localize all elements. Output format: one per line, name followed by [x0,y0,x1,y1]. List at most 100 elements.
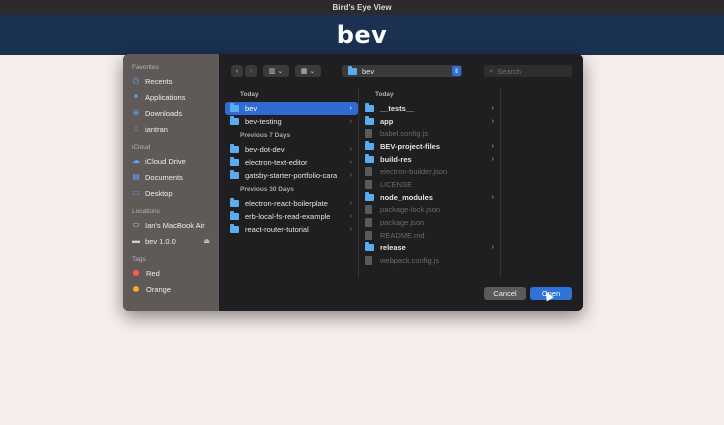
sidebar-item-label: Downloads [145,108,183,118]
sidebar-item-bev-volume[interactable]: ▬ bev 1.0.0 ⏏ [123,233,219,249]
forward-button[interactable]: › [245,65,257,77]
chevron-right-icon: › [349,158,352,166]
search-icon: ⌕ [489,66,494,75]
list-item[interactable]: gatsby-starter-portfolio-cara › [225,169,358,182]
group-header: Previous 30 Days [240,186,294,194]
desktop-icon: ▭ [132,188,140,197]
folder-icon [230,156,239,166]
list-item: babel.config.js [360,127,500,140]
chevron-right-icon: › [349,104,352,112]
chevron-right-icon: › [491,117,494,125]
group-header: Today [240,91,259,98]
search-input[interactable] [497,66,568,76]
chevron-right-icon: › [491,142,494,150]
list-item[interactable]: release › [360,242,500,255]
list-item[interactable]: bev-dot-dev › [225,143,358,156]
list-item[interactable]: electron-react-boilerplate › [225,197,358,210]
sidebar-item-downloads[interactable]: ⊕ Downloads [123,105,219,121]
item-label: gatsby-starter-portfolio-cara [245,170,338,180]
file-icon [365,205,372,215]
list-item[interactable]: bev-testing › [225,115,358,128]
sidebar-item-label: Desktop [145,188,173,198]
column-bev-contents: Today __tests__ › app › babel.config.js BE… [360,88,501,278]
sidebar-item-label: bev 1.0.0 [145,236,176,246]
file-icon [365,179,372,189]
item-label: BEV-project-files [380,141,441,151]
cloud-icon: ☁ [132,156,140,165]
window-title: Bird's Eye View [0,0,724,15]
list-item: webpack.config.js [360,254,500,267]
sidebar-item-recents[interactable]: ◷ Recents [123,73,219,89]
folder-icon [230,223,239,233]
columns-view-icon: ▥ ⌄ [268,68,284,75]
list-item[interactable]: app › [360,115,500,128]
group-header: Previous 7 Days [240,132,291,140]
list-item: README.md [360,229,500,242]
folder-icon [230,169,239,179]
item-label: bev-testing [245,116,282,126]
list-item[interactable]: node_modules › [360,191,500,204]
column-recent-folders: Today bev › bev-testing › Previous 7 Days … [225,88,359,278]
group-header: Today [375,91,394,98]
item-label: LICENSE [380,179,413,189]
cancel-button[interactable]: Cancel [484,287,526,300]
folder-icon [365,115,374,125]
drive-icon: ▬ [132,236,140,245]
list-item[interactable]: erb-local-fs-read-example › [225,210,358,223]
file-icon [365,129,372,139]
sidebar-item-macbook[interactable]: ▭ Ian's MacBook Air [123,217,219,233]
sidebar-item-tag-red[interactable]: Red [123,265,219,281]
folder-icon [365,242,374,252]
tag-red-icon [133,270,139,276]
sidebar-item-home[interactable]: ⌂ iantran [123,121,219,137]
path-popup[interactable]: bev ⇕ [342,65,462,77]
item-label: node_modules [380,192,433,202]
item-label: electron-text-editor [245,157,308,167]
list-item[interactable]: bev › [225,102,358,115]
chevron-right-icon: › [349,200,352,208]
sidebar-item-icloud-drive[interactable]: ☁ iCloud Drive [123,153,219,169]
sidebar-section-icloud: iCloud [132,144,151,151]
back-button[interactable]: ‹ [231,65,243,77]
sidebar-item-desktop[interactable]: ▭ Desktop [123,185,219,201]
chevron-left-icon: ‹ [235,67,239,75]
view-grid-button[interactable]: ▦ ⌄ [295,65,321,77]
list-item[interactable]: BEV-project-files › [360,140,500,153]
sidebar-item-applications[interactable]: ✦ Applications [123,89,219,105]
clock-icon: ◷ [132,76,140,85]
folder-icon [365,102,374,112]
sidebar-item-label: Orange [146,284,172,294]
eject-icon[interactable]: ⏏ [203,237,210,245]
item-label: electron-react-boilerplate [245,199,328,209]
file-icon [365,256,372,266]
list-item[interactable]: __tests__ › [360,102,500,115]
item-label: __tests__ [380,103,415,113]
folder-icon [365,191,374,201]
folder-icon [348,65,357,75]
dialog-toolbar: ‹ › ▥ ⌄ ▦ ⌄ bev ⇕ ⌕ [219,54,583,88]
item-label: package.json [380,218,425,228]
list-item: package.json [360,216,500,229]
list-item: LICENSE [360,178,500,191]
sidebar-section-tags: Tags [132,256,146,263]
sidebar-item-documents[interactable]: ▤ Documents [123,169,219,185]
list-item[interactable]: react-router-tutorial › [225,223,358,236]
list-item[interactable]: electron-text-editor › [225,156,358,169]
downloads-icon: ⊕ [132,108,140,117]
chevron-updown-icon: ⇕ [452,66,461,76]
home-icon: ⌂ [133,124,139,133]
item-label: package-lock.json [380,205,441,215]
sidebar-item-label: Ian's MacBook Air [145,220,205,230]
search-field[interactable]: ⌕ [484,65,572,77]
chevron-right-icon: › [491,155,494,163]
item-label: README.md [380,230,425,240]
sidebar-item-tag-orange[interactable]: Orange [123,281,219,297]
open-file-dialog: Favorites ◷ Recents ✦ Applications ⊕ Downlo… [123,54,583,311]
view-columns-button[interactable]: ▥ ⌄ [263,65,289,77]
list-item[interactable]: build-res › [360,153,500,166]
chevron-right-icon: › [349,225,352,233]
list-item: electron-builder.json [360,165,500,178]
item-label: webpack.config.js [380,256,440,266]
sidebar-section-locations: Locations [132,208,160,215]
folder-icon [230,102,239,112]
